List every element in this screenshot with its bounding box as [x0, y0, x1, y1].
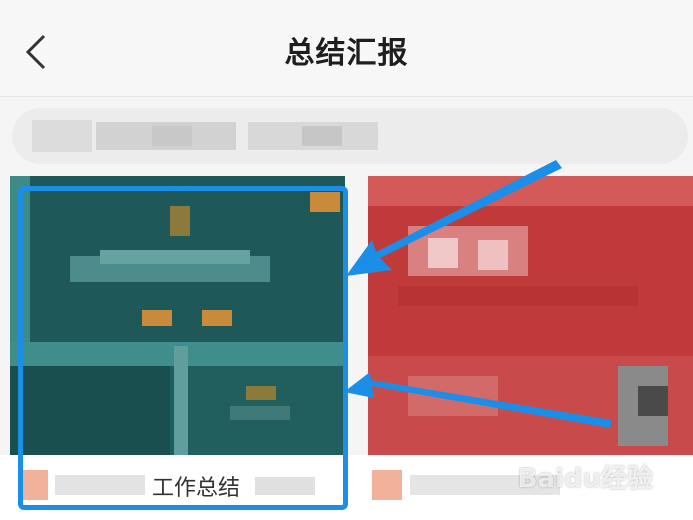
- watermark-text: Baidu经验: [517, 464, 653, 494]
- arrow-bottom: [344, 372, 612, 428]
- arrow-top: [346, 160, 562, 276]
- watermark-url: jingyan.baidu.com: [551, 492, 653, 505]
- annotation-arrows: [344, 160, 612, 428]
